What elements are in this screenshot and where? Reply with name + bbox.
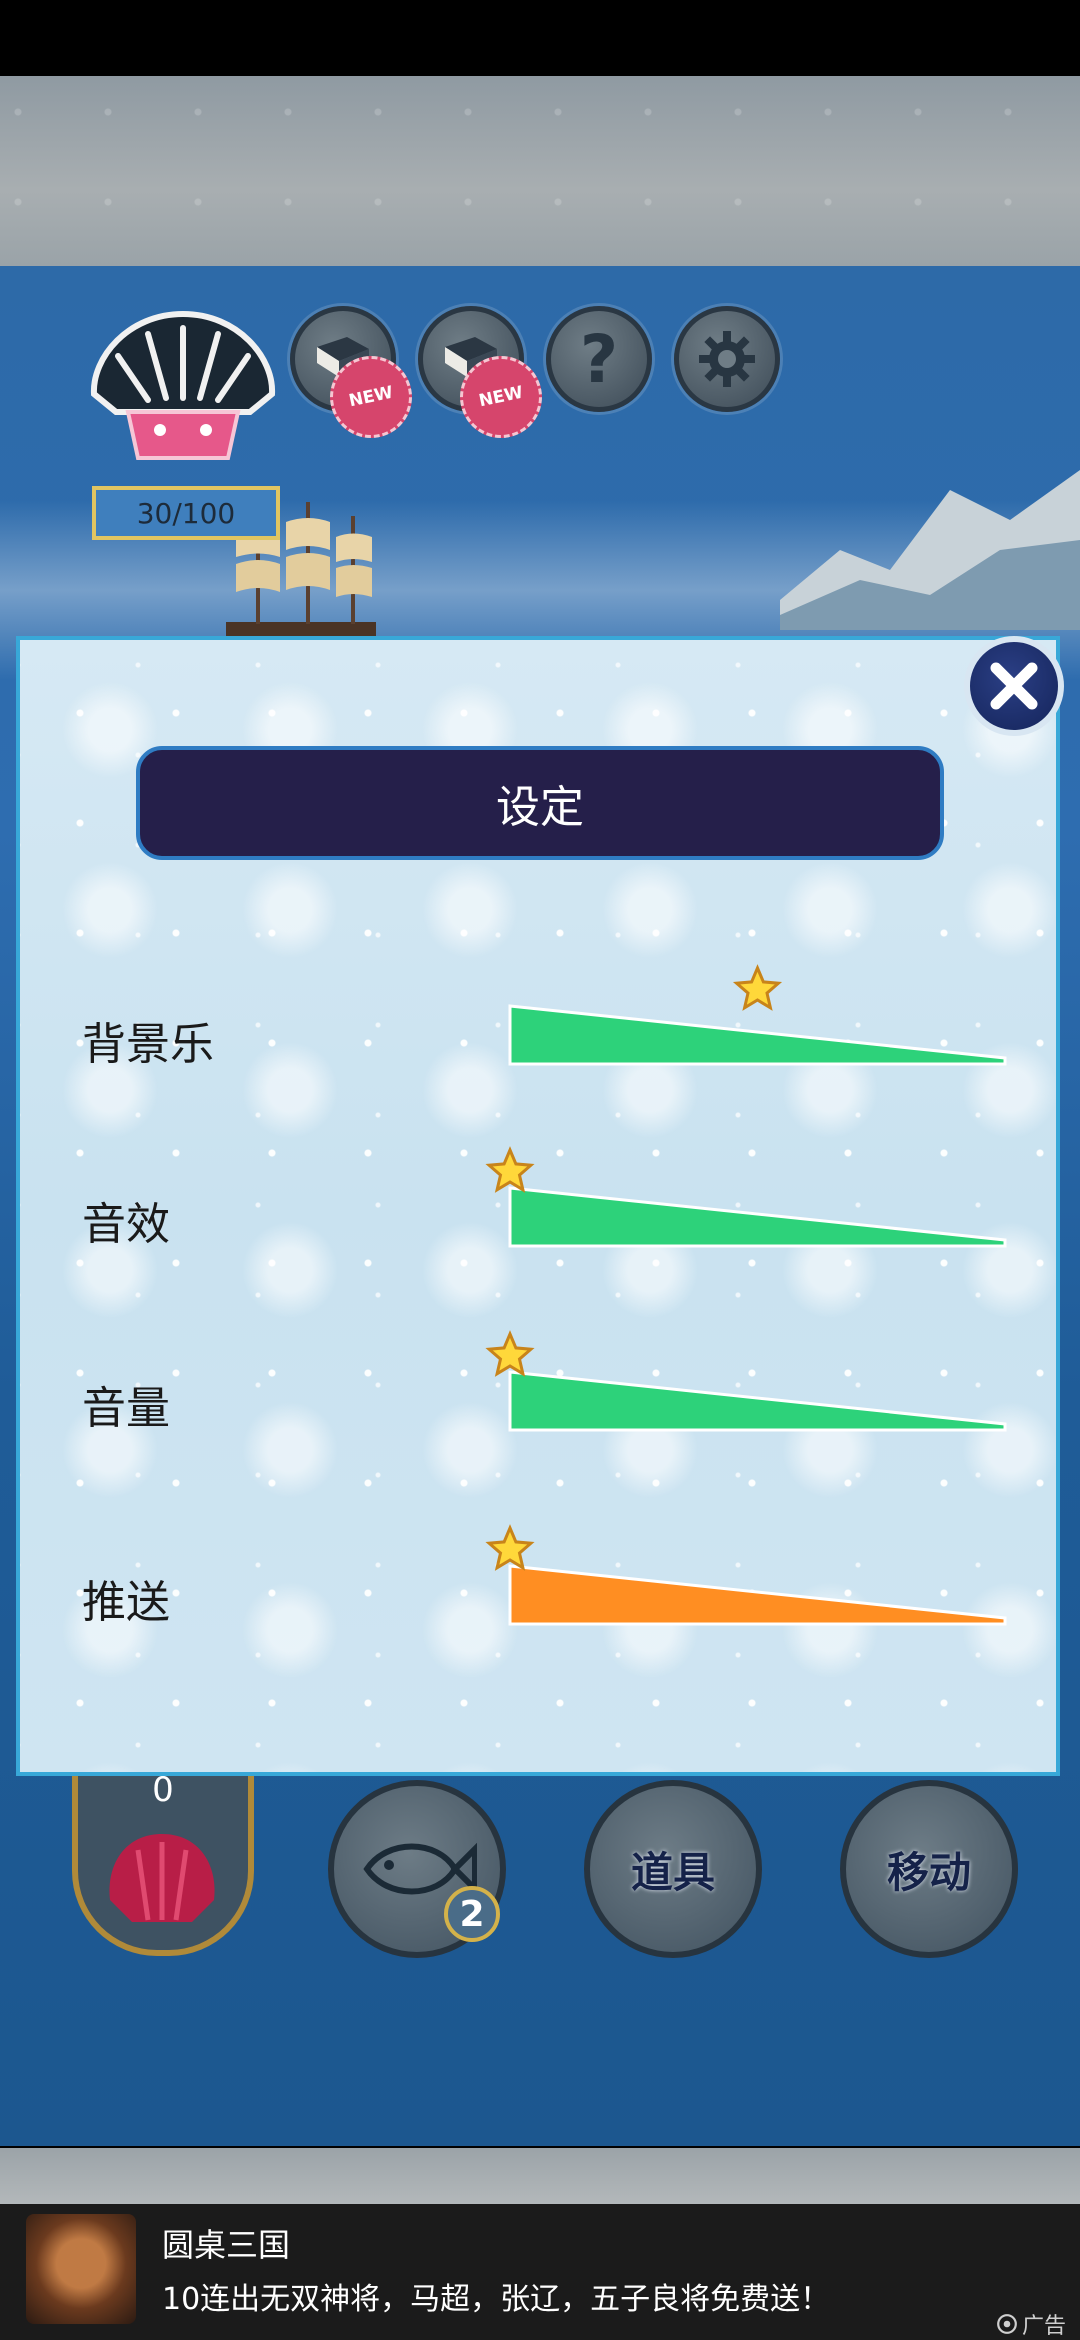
gear-icon (699, 331, 755, 387)
status-bar-area (0, 0, 1080, 76)
ad-app-icon[interactable] (26, 2214, 136, 2324)
slider-track[interactable] (508, 1564, 1007, 1626)
move-label: 移动 (886, 1847, 971, 1897)
fish-button[interactable]: 2 (328, 1780, 506, 1958)
items-label: 道具 (630, 1847, 715, 1897)
bgm-label: 背景乐 (82, 1019, 214, 1070)
ad-tag: 广告 (996, 2308, 1066, 2340)
slider-track[interactable] (508, 1004, 1007, 1066)
shell-icon (109, 1834, 215, 1922)
help-icon: ? (579, 320, 619, 398)
ad-tag-label: 广告 (1022, 2314, 1067, 2339)
volume-label: 音量 (82, 1383, 170, 1434)
star-knob-icon[interactable] (732, 964, 783, 1011)
ad-info-icon (997, 2314, 1017, 2334)
dialog-title: 设定 (136, 746, 944, 860)
slider-track[interactable] (508, 1370, 1007, 1432)
shell-meter-icon (90, 310, 276, 460)
move-button[interactable]: 移动 (840, 1780, 1018, 1958)
mountains-decoration (780, 470, 1080, 630)
shell-count: 0 (152, 1770, 174, 1810)
sfx-label: 音效 (82, 1199, 170, 1250)
sfx-slider[interactable] (485, 1146, 1010, 1292)
close-button[interactable] (964, 636, 1064, 736)
sky-band (0, 76, 1080, 266)
ad-title: 圆桌三国 (162, 2226, 291, 2264)
push-label: 推送 (82, 1577, 170, 1628)
bottom-sky-band (0, 2148, 1080, 2204)
shell-counter: 0 (72, 1770, 254, 1956)
push-slider[interactable] (485, 1524, 1010, 1670)
slider-track[interactable] (508, 1186, 1007, 1248)
shell-progress: 30/100 (92, 486, 280, 540)
items-button[interactable]: 道具 (584, 1780, 762, 1958)
ad-banner[interactable]: 圆桌三国 10连出无双神将，马超，张辽，五子良将免费送！ 广告 (0, 2204, 1080, 2340)
bgm-slider[interactable] (500, 964, 1010, 1110)
ad-description: 10连出无双神将，马超，张辽，五子良将免费送！ (162, 2282, 831, 2317)
volume-slider[interactable] (485, 1330, 1010, 1476)
settings-button[interactable] (674, 306, 780, 412)
close-icon (990, 662, 1038, 710)
help-button[interactable]: ? (546, 306, 652, 412)
fish-count-badge: 2 (444, 1886, 500, 1942)
